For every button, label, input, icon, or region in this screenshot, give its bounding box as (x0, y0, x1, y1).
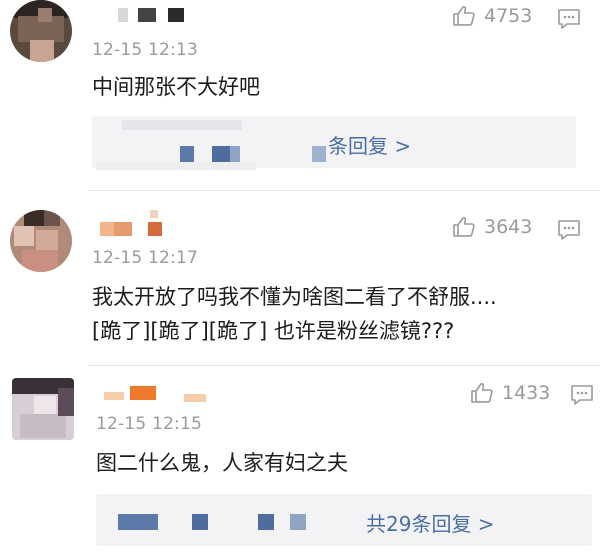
comment-time: 12-15 12:15 (96, 414, 202, 434)
divider (88, 365, 600, 366)
comment-line: 图二什么鬼，人家有妇之夫 (96, 451, 348, 475)
comment-time: 12-15 12:17 (92, 248, 198, 268)
thumbs-up-icon (453, 6, 475, 26)
comment-line: 我太开放了吗我不懂为啥图二看了不舒服.... (92, 285, 497, 309)
reply-bubble-icon[interactable] (557, 219, 581, 241)
reply-preview[interactable]: 共29条回复 > (96, 494, 592, 546)
divider (88, 190, 600, 191)
thumbs-up-icon (453, 217, 475, 237)
comment-time: 12-15 12:13 (92, 40, 198, 60)
reply-count-link[interactable]: 条回复 > (328, 130, 411, 159)
avatar[interactable] (10, 210, 72, 272)
avatar[interactable] (10, 0, 72, 62)
reply-count-link[interactable]: 共29条回复 > (366, 508, 495, 537)
reply-bubble-icon[interactable] (557, 8, 581, 30)
reply-bubble-icon[interactable] (570, 384, 594, 406)
like-button[interactable]: 4753 (452, 4, 532, 28)
comment-line: 中间那张不大好吧 (92, 75, 260, 99)
comment-1: 12-15 12:13 4753 中间那张不大好吧 条回复 > (0, 0, 600, 190)
thumbs-up-icon (471, 383, 493, 403)
like-button[interactable]: 3643 (452, 215, 532, 239)
reply-preview[interactable]: 条回复 > (92, 116, 576, 170)
like-count: 1433 (502, 382, 551, 404)
comment-text: 我太开放了吗我不懂为啥图二看了不舒服.... [跪了][跪了][跪了] 也许是粉… (92, 280, 497, 348)
comment-line: [跪了][跪了][跪了] 也许是粉丝滤镜??? (92, 319, 455, 343)
avatar[interactable] (12, 378, 74, 440)
comment-text: 图二什么鬼，人家有妇之夫 (96, 446, 348, 480)
username-pixelated[interactable] (104, 386, 214, 404)
comment-2: 12-15 12:17 3643 我太开放了吗我不懂为啥图二看了不舒服.... … (0, 200, 600, 360)
comment-3: 12-15 12:15 1433 图二什么鬼，人家有妇之夫 共29条回复 > (0, 370, 600, 558)
username-pixelated[interactable] (100, 210, 180, 240)
like-button[interactable]: 1433 (470, 381, 550, 405)
like-count: 4753 (484, 5, 533, 27)
like-count: 3643 (484, 216, 533, 238)
username-pixelated[interactable] (118, 8, 198, 26)
comment-text: 中间那张不大好吧 (92, 70, 260, 104)
